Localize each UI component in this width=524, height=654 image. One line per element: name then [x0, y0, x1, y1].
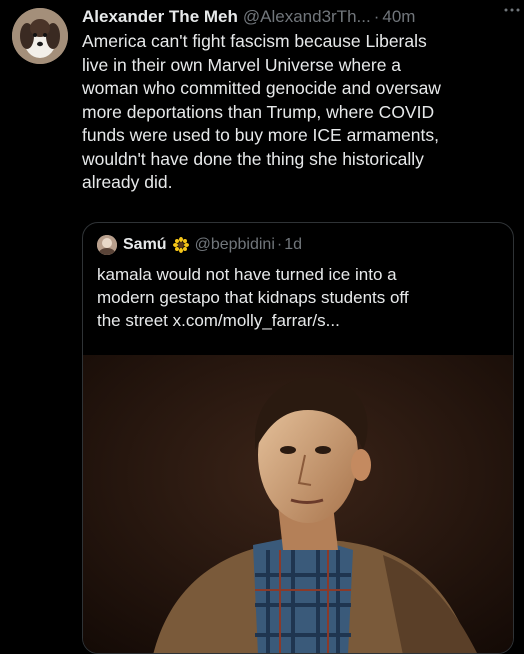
tweet-text-line: more deportations than Trump, where COVI… — [82, 101, 435, 122]
tweet-header: Alexander The Meh @Alexand3rTh... · 40m — [82, 4, 514, 30]
separator-dot: · — [276, 236, 283, 253]
tweet-text: America can't fight fascism because Libe… — [82, 30, 512, 195]
author-name[interactable]: Alexander The Meh — [82, 7, 238, 27]
sunflower-emoji-icon — [172, 237, 189, 253]
quoted-text-line: kamala would not have turned ice into a — [97, 265, 397, 284]
author-avatar[interactable] — [12, 8, 68, 64]
quoted-tweet[interactable]: Samú @bepbidini · 1d kamala would not ha… — [82, 222, 514, 654]
quoted-text-line: the street x.com/molly_farrar/s... — [97, 311, 340, 330]
tweet-text-line: funds were used to buy more ICE armament… — [82, 125, 439, 145]
tweet-text-line: already did. — [82, 172, 173, 192]
avatar-dog-image — [12, 8, 68, 64]
quoted-timestamp[interactable]: 1d — [284, 236, 302, 254]
quoted-text-line: modern gestapo that kidnaps students off — [97, 288, 409, 307]
timestamp[interactable]: 40m — [382, 7, 415, 27]
tweet-text-line: America can't fight fascism because Libe… — [82, 31, 427, 51]
quoted-author-name[interactable]: Samú — [123, 236, 167, 254]
more-dots-icon[interactable] — [504, 0, 520, 16]
tweet-text-line: live in their own Marvel Universe where … — [82, 54, 402, 75]
quoted-media-image[interactable] — [83, 355, 513, 653]
painting-image — [83, 355, 513, 653]
separator-dot: · — [373, 7, 380, 26]
tweet-text-line: wouldn't have done the thing she histori… — [82, 148, 424, 169]
tweet[interactable]: Alexander The Meh @Alexand3rTh... · 40m … — [0, 0, 524, 654]
quoted-tweet-header: Samú @bepbidini · 1d — [97, 233, 302, 257]
quoted-author-avatar[interactable] — [97, 235, 117, 255]
author-handle[interactable]: @Alexand3rTh... — [243, 7, 371, 27]
quoted-author-handle[interactable]: @bepbidini — [195, 236, 275, 254]
quoted-tweet-text: kamala would not have turned ice into a … — [97, 263, 507, 332]
tweet-text-line: woman who committed genocide and oversaw — [82, 78, 441, 98]
